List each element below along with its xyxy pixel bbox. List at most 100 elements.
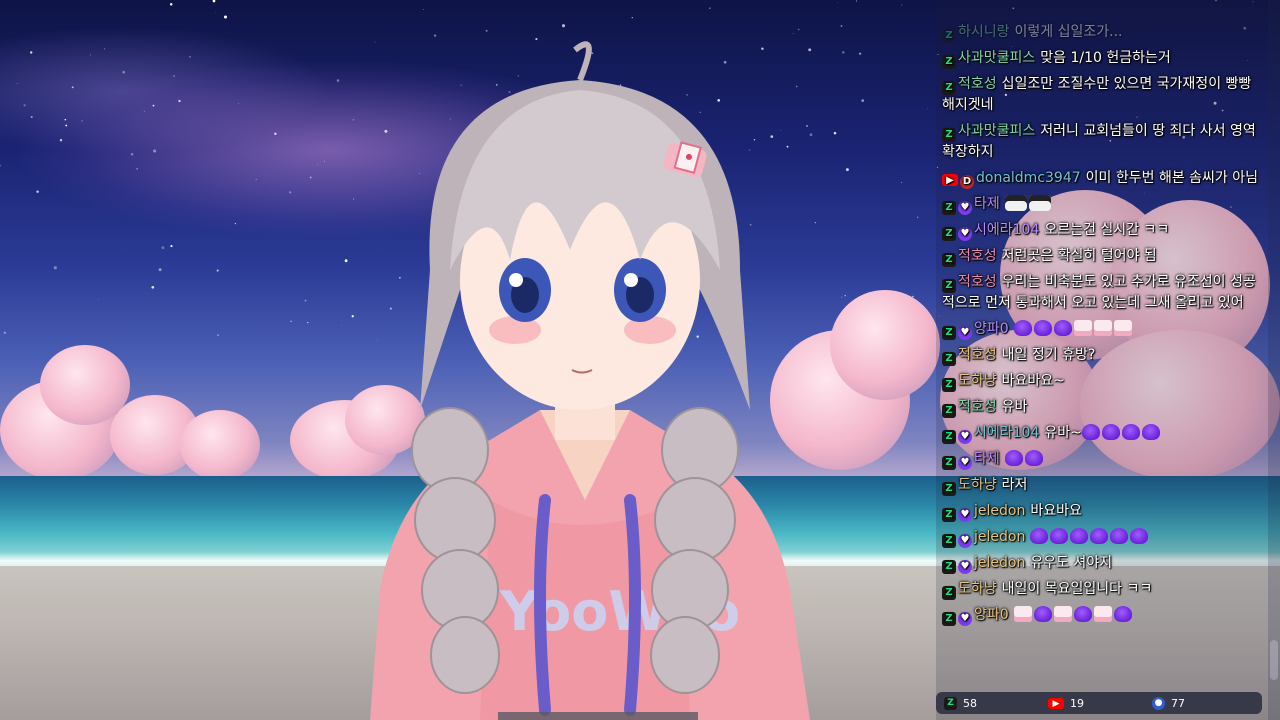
chzzk-badge-icon: Z	[942, 128, 956, 142]
chat-username[interactable]: jeledon	[974, 503, 1025, 519]
chat-message: Z 도하냥 바요바요~	[936, 371, 1268, 392]
chat-message: Z ♥ 타제	[936, 194, 1268, 215]
chat-username[interactable]: 하시니랑	[958, 24, 1010, 40]
chzzk-badge-icon: Z	[942, 201, 956, 215]
emote-blob-icon	[1070, 528, 1089, 544]
chat-username[interactable]: 시에라104	[974, 222, 1039, 238]
chat-message: Z ♥ 양파0	[936, 605, 1268, 626]
youtube-avatar-icon: D	[960, 175, 974, 189]
chat-message: Z ♥ 타제	[936, 449, 1268, 470]
chat-username[interactable]: 도하냥	[958, 477, 997, 493]
emote-face-icon	[1013, 606, 1032, 622]
chat-username[interactable]: 타제	[974, 196, 1000, 212]
chat-username[interactable]: 타제	[974, 451, 1000, 467]
chat-message-text: 유우도 셔야지	[1030, 555, 1113, 571]
chzzk-viewer-count: 58	[963, 696, 977, 710]
emote-blob-icon	[1024, 450, 1043, 466]
emote-blob-icon	[1013, 320, 1032, 336]
subscriber-heart-icon: ♥	[958, 326, 972, 340]
chat-message: Z 적호성 십일조만 조질수만 있으면 국가재정이 빵빵해지겟네	[936, 74, 1268, 116]
stream-stage: YooWoo Z 하시니랑 이렇게 십일조가... Z 사과맛쿨피스 맞음 1/…	[0, 0, 1280, 720]
chat-username[interactable]: 적호성	[958, 347, 997, 363]
emote-blob-icon	[1121, 424, 1140, 440]
emote-blob-icon	[1081, 424, 1100, 440]
chat-message-text: 라저	[1001, 477, 1028, 493]
chzzk-badge-icon: Z	[942, 430, 956, 444]
chzzk-badge-icon: Z	[942, 352, 956, 366]
chzzk-badge-icon: Z	[942, 29, 956, 43]
chat-message: Z ♥ jeledon 바요바요	[936, 501, 1268, 522]
chat-message: Z 사과맛쿨피스 맞음 1/10 헌금하는거	[936, 48, 1268, 69]
chat-message: Z ♥ jeledon 유우도 셔야지	[936, 553, 1268, 574]
chat-message-text: 저런곳은 확실히 털어야 됨	[1001, 248, 1157, 264]
chat-message-text: 맞음 1/10 헌금하는거	[1040, 50, 1171, 66]
emote-blob-icon	[1130, 528, 1149, 544]
emote-blob-icon	[1113, 606, 1132, 622]
emote-blob-icon	[1090, 528, 1109, 544]
emote-shades-icon	[1028, 195, 1051, 211]
chat-username[interactable]: 시에라104	[974, 425, 1039, 441]
chat-username[interactable]: jeledon	[974, 555, 1025, 571]
chat-message: Z ♥ 양파0	[936, 319, 1268, 340]
chat-scroll-thumb[interactable]	[1270, 640, 1278, 680]
chat-username[interactable]: 도하냥	[958, 373, 997, 389]
chat-username[interactable]: jeledon	[974, 529, 1025, 545]
chat-message-text: 내일이 목요일입니다 ㅋㅋ	[1001, 581, 1153, 597]
chat-username[interactable]: 적호성	[958, 76, 997, 92]
subscriber-heart-icon: ♥	[958, 534, 972, 548]
chat-username[interactable]: 적호성	[958, 248, 997, 264]
chat-message-list[interactable]: Z 하시니랑 이렇게 십일조가... Z 사과맛쿨피스 맞음 1/10 헌금하는거 Z 적호성…	[936, 22, 1268, 690]
subscriber-heart-icon: ♥	[958, 560, 972, 574]
chzzk-badge-icon: Z	[942, 326, 956, 340]
emote-blob-icon	[1073, 606, 1092, 622]
chat-message-text: 유바	[1001, 399, 1028, 415]
chzzk-viewer-stat: Z 58	[944, 696, 1040, 710]
chzzk-badge-icon: Z	[942, 612, 956, 626]
emote-blob-icon	[1004, 450, 1023, 466]
chat-message: Z 적호성 유바	[936, 397, 1268, 418]
chat-panel: Z 하시니랑 이렇게 십일조가... Z 사과맛쿨피스 맞음 1/10 헌금하는거 Z 적호성…	[936, 0, 1268, 720]
chat-message: Z ♥ jeledon	[936, 527, 1268, 548]
chat-scrollbar[interactable]	[1268, 0, 1280, 720]
emote-blob-icon	[1101, 424, 1120, 440]
chat-message: ▶ Ddonaldmc3947 이미 한두번 해본 솜씨가 아님	[936, 168, 1268, 189]
emote-face-icon	[1053, 606, 1072, 622]
emote-shades-icon	[1004, 195, 1027, 211]
vtuber-avatar: YooWoo	[370, 41, 810, 720]
chzzk-badge-icon: Z	[942, 586, 956, 600]
chzzk-badge-icon: Z	[942, 81, 956, 95]
chat-message: Z 사과맛쿨피스 저러니 교회넘들이 땅 죄다 사서 영역 확장하지	[936, 121, 1268, 163]
subscriber-heart-icon: ♥	[958, 430, 972, 444]
chat-username[interactable]: 사과맛쿨피스	[958, 50, 1035, 66]
youtube-viewer-count: 19	[1070, 696, 1084, 710]
emote-face-icon	[1093, 606, 1112, 622]
emote-blob-icon	[1033, 606, 1052, 622]
chat-message: Z 적호성 저런곳은 확실히 털어야 됨	[936, 246, 1268, 267]
chat-message: Z 도하냥 내일이 목요일입니다 ㅋㅋ	[936, 579, 1268, 600]
youtube-viewer-stat: ▶ 19	[1048, 697, 1144, 710]
youtube-icon: ▶	[1048, 697, 1064, 709]
chat-username[interactable]: 적호성	[958, 274, 997, 290]
chat-username[interactable]: donaldmc3947	[976, 170, 1081, 186]
emote-face-icon	[1073, 320, 1092, 336]
subscriber-heart-icon: ♥	[958, 227, 972, 241]
emote-blob-icon	[1141, 424, 1160, 440]
chat-username[interactable]: 도하냥	[958, 581, 997, 597]
chat-message-text: 이렇게 십일조가...	[1014, 24, 1123, 40]
subscriber-heart-icon: ♥	[958, 508, 972, 522]
other-viewer-count: 77	[1171, 696, 1185, 710]
chat-username[interactable]: 양파0	[974, 607, 1009, 623]
subscriber-heart-icon: ♥	[958, 201, 972, 215]
subscriber-heart-icon: ♥	[958, 612, 972, 626]
chat-username[interactable]: 양파0	[974, 321, 1009, 337]
chzzk-badge-icon: Z	[942, 456, 956, 470]
other-viewer-stat: ● 77	[1152, 696, 1248, 710]
chat-username[interactable]: 사과맛쿨피스	[958, 123, 1035, 139]
chat-message-text: 이미 한두번 해본 솜씨가 아님	[1085, 170, 1259, 186]
chzzk-badge-icon: Z	[942, 560, 956, 574]
chat-username[interactable]: 적호성	[958, 399, 997, 415]
chat-message: Z 적호성 내일 정기 휴방?	[936, 345, 1268, 366]
emote-face-icon	[1093, 320, 1112, 336]
chzzk-badge-icon: Z	[942, 508, 956, 522]
emote-blob-icon	[1030, 528, 1049, 544]
